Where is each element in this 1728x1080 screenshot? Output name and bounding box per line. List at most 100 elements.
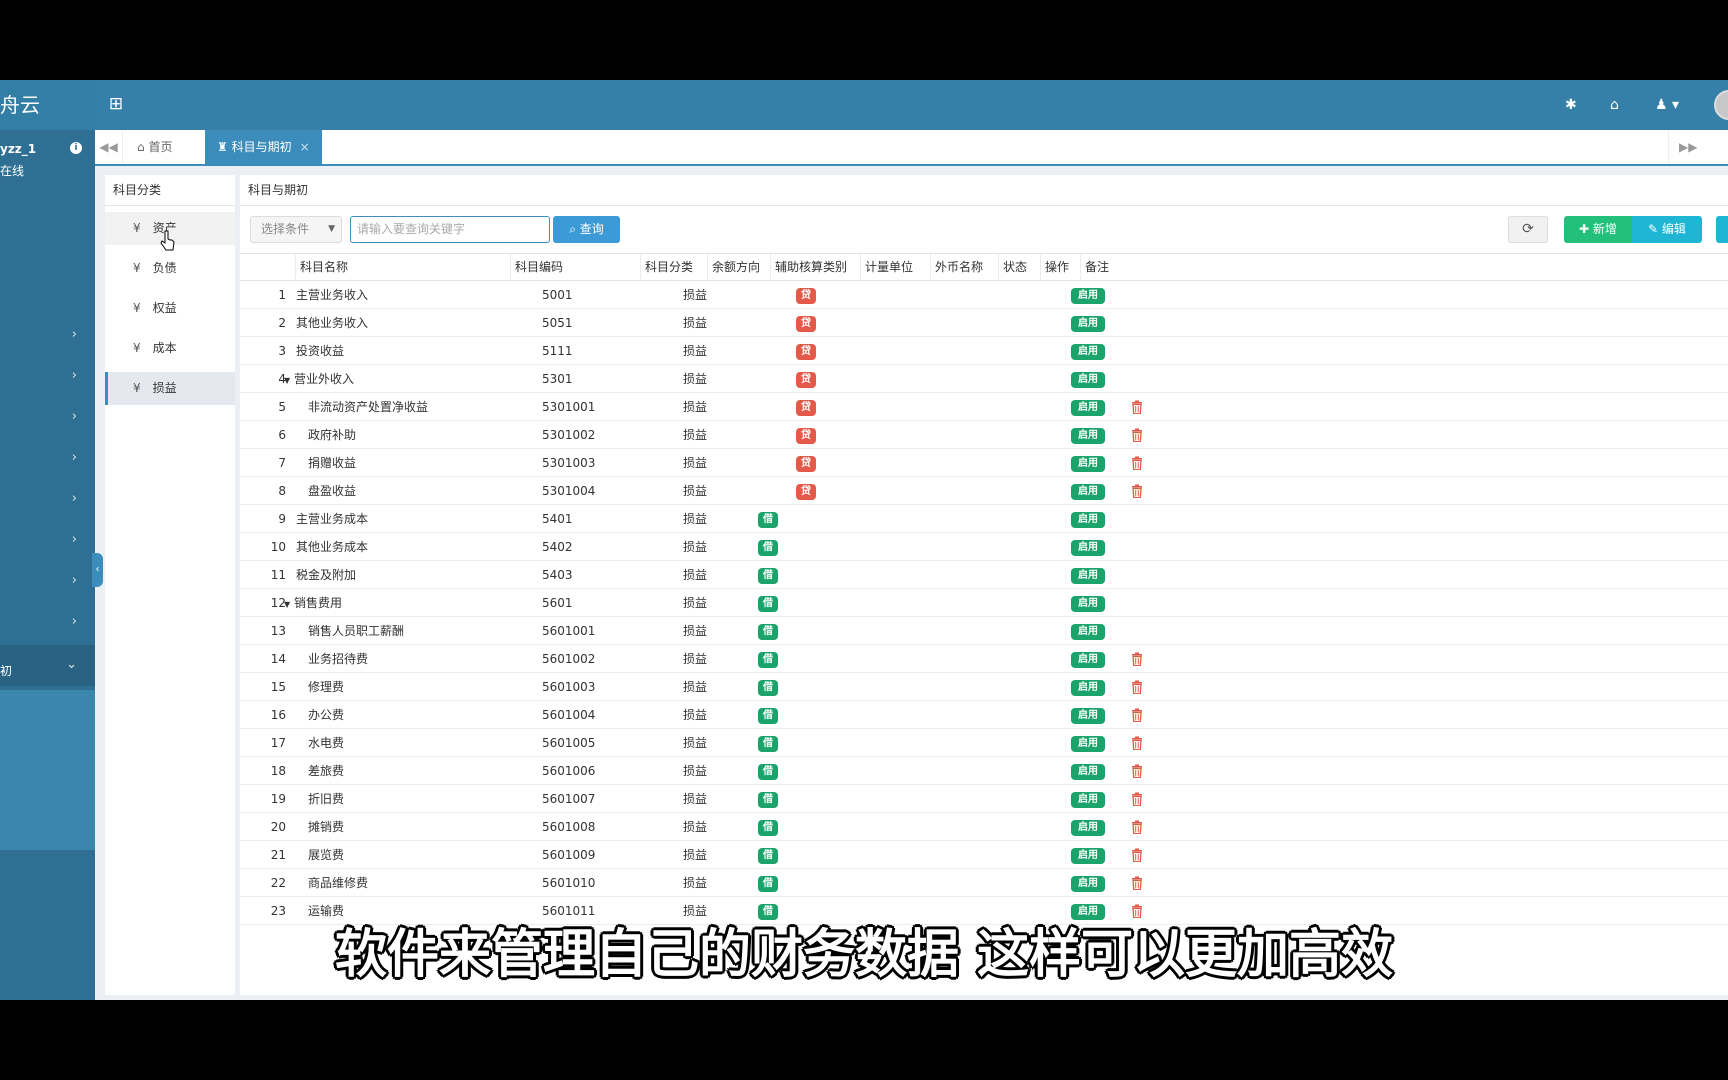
status-badge[interactable]: 启用: [1071, 540, 1105, 556]
trash-icon[interactable]: [1131, 680, 1143, 694]
sidebar-item[interactable]: ›: [0, 438, 95, 479]
status-badge[interactable]: 启用: [1071, 316, 1105, 332]
status-badge[interactable]: 启用: [1071, 820, 1105, 836]
status-badge[interactable]: 启用: [1071, 596, 1105, 612]
status-badge[interactable]: 启用: [1071, 456, 1105, 472]
table-row[interactable]: 16 办公费 5601004 损益 借 启用: [240, 701, 1728, 729]
status-badge[interactable]: 启用: [1071, 708, 1105, 724]
sidebar-item[interactable]: ›: [0, 602, 95, 643]
sidebar-collapse-handle[interactable]: ‹: [92, 553, 103, 587]
trash-icon[interactable]: [1131, 736, 1143, 750]
trash-icon[interactable]: [1131, 428, 1143, 442]
edit-button[interactable]: ✎ 编辑: [1632, 216, 1702, 243]
app-logo[interactable]: 舟云: [0, 80, 95, 130]
column-header[interactable]: 状态: [998, 254, 1040, 281]
table-row[interactable]: 4 ▼ 营业外收入 5301 损益 贷 启用: [240, 365, 1728, 393]
table-row[interactable]: 8 盘盈收益 5301004 损益 贷 启用: [240, 477, 1728, 505]
category-item[interactable]: ¥ 负债: [105, 252, 235, 285]
status-badge[interactable]: 启用: [1071, 400, 1105, 416]
table-row[interactable]: 21 展览费 5601009 损益 借 启用: [240, 841, 1728, 869]
status-badge[interactable]: 启用: [1071, 876, 1105, 892]
table-row[interactable]: 11 税金及附加 5403 损益 借 启用: [240, 561, 1728, 589]
bug-icon[interactable]: ✱: [1565, 95, 1577, 115]
status-badge[interactable]: 启用: [1071, 652, 1105, 668]
status-badge[interactable]: 启用: [1071, 792, 1105, 808]
trash-icon[interactable]: [1131, 708, 1143, 722]
status-badge[interactable]: 启用: [1071, 344, 1105, 360]
status-badge[interactable]: 启用: [1071, 428, 1105, 444]
table-row[interactable]: 10 其他业务成本 5402 损益 借 启用: [240, 533, 1728, 561]
sidebar-item[interactable]: ›: [0, 479, 95, 520]
column-header[interactable]: 辅助核算类别: [770, 254, 860, 281]
sidebar-sub-item[interactable]: 初: [0, 662, 12, 679]
category-item[interactable]: ¥ 成本: [105, 332, 235, 365]
column-header[interactable]: 科目名称: [295, 254, 510, 281]
sidebar-item-active[interactable]: ⌄: [0, 645, 95, 686]
status-badge[interactable]: 启用: [1071, 736, 1105, 752]
query-button[interactable]: ⌕ 查询: [553, 216, 620, 243]
status-badge[interactable]: 启用: [1071, 848, 1105, 864]
table-row[interactable]: 13 销售人员职工薪酬 5601001 损益 借 启用: [240, 617, 1728, 645]
more-button[interactable]: [1716, 216, 1728, 243]
trash-icon[interactable]: [1131, 876, 1143, 890]
category-item[interactable]: ¥ 权益: [105, 292, 235, 325]
trash-icon[interactable]: [1131, 400, 1143, 414]
tab-home[interactable]: ⌂ 首页: [125, 130, 184, 164]
tab-scroll-right-icon[interactable]: ▶▶: [1668, 130, 1728, 164]
table-row[interactable]: 1 主营业务收入 5001 损益 贷 启用: [240, 281, 1728, 309]
status-badge[interactable]: 启用: [1071, 372, 1105, 388]
trash-icon[interactable]: [1131, 820, 1143, 834]
status-badge[interactable]: 启用: [1071, 680, 1105, 696]
column-header[interactable]: 操作: [1040, 254, 1080, 281]
sidebar-item[interactable]: ›: [0, 315, 95, 356]
table-row[interactable]: 17 水电费 5601005 损益 借 启用: [240, 729, 1728, 757]
status-badge[interactable]: 启用: [1071, 624, 1105, 640]
tab-scroll-left-icon[interactable]: ◀◀: [95, 130, 123, 164]
column-header[interactable]: 计量单位: [860, 254, 930, 281]
expand-toggle-icon[interactable]: ▼: [284, 367, 294, 395]
tab-active[interactable]: ♜ 科目与期初 ×: [205, 130, 322, 164]
table-row[interactable]: 5 非流动资产处置净收益 5301001 损益 贷 启用: [240, 393, 1728, 421]
home-icon[interactable]: ⌂: [1610, 95, 1619, 115]
search-input[interactable]: 请输入要查询关键字: [350, 216, 550, 243]
sidebar-item[interactable]: ›: [0, 561, 95, 602]
trash-icon[interactable]: [1131, 456, 1143, 470]
add-button[interactable]: ✚ 新增: [1564, 216, 1632, 243]
refresh-button[interactable]: ⟳: [1508, 216, 1548, 243]
trash-icon[interactable]: [1131, 764, 1143, 778]
trash-icon[interactable]: [1131, 652, 1143, 666]
close-icon[interactable]: ×: [300, 140, 310, 154]
condition-select[interactable]: 选择条件 ▼: [250, 216, 342, 243]
sidebar-item[interactable]: ›: [0, 520, 95, 561]
sidebar-item[interactable]: ›: [0, 397, 95, 438]
status-badge[interactable]: 启用: [1071, 288, 1105, 304]
table-row[interactable]: 3 投资收益 5111 损益 贷 启用: [240, 337, 1728, 365]
grid-toggle-icon[interactable]: ⊞: [106, 94, 126, 114]
table-row[interactable]: 14 业务招待费 5601002 损益 借 启用: [240, 645, 1728, 673]
table-row[interactable]: 7 捐赠收益 5301003 损益 贷 启用: [240, 449, 1728, 477]
expand-toggle-icon[interactable]: ▼: [284, 591, 294, 619]
column-header[interactable]: 科目编码: [510, 254, 640, 281]
user-menu-icon[interactable]: ♟ ▾: [1655, 95, 1679, 115]
table-row[interactable]: 6 政府补助 5301002 损益 贷 启用: [240, 421, 1728, 449]
column-header[interactable]: 外币名称: [930, 254, 998, 281]
trash-icon[interactable]: [1131, 792, 1143, 806]
table-row[interactable]: 20 摊销费 5601008 损益 借 启用: [240, 813, 1728, 841]
table-row[interactable]: 9 主营业务成本 5401 损益 借 启用: [240, 505, 1728, 533]
category-item[interactable]: ¥ 损益: [105, 372, 235, 405]
table-row[interactable]: 22 商品维修费 5601010 损益 借 启用: [240, 869, 1728, 897]
status-badge[interactable]: 启用: [1071, 484, 1105, 500]
table-row[interactable]: 19 折旧费 5601007 损益 借 启用: [240, 785, 1728, 813]
column-header[interactable]: 备注: [1080, 254, 1280, 281]
column-header[interactable]: 科目分类: [640, 254, 707, 281]
status-badge[interactable]: 启用: [1071, 764, 1105, 780]
column-header[interactable]: 余额方向: [707, 254, 770, 281]
sidebar-item[interactable]: ›: [0, 356, 95, 397]
table-row[interactable]: 15 修理费 5601003 损益 借 启用: [240, 673, 1728, 701]
status-badge[interactable]: 启用: [1071, 512, 1105, 528]
avatar[interactable]: [1714, 90, 1728, 120]
table-row[interactable]: 2 其他业务收入 5051 损益 贷 启用: [240, 309, 1728, 337]
info-icon[interactable]: i: [70, 142, 82, 154]
table-row[interactable]: 18 差旅费 5601006 损益 借 启用: [240, 757, 1728, 785]
trash-icon[interactable]: [1131, 848, 1143, 862]
